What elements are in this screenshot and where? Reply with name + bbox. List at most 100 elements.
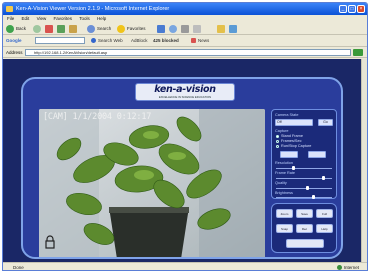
media-icon [157,24,165,33]
capture-label: Capture [275,129,289,133]
adblock-button[interactable]: AdBlock [131,35,148,47]
close-button[interactable]: × [357,5,365,13]
refresh-icon [57,24,65,33]
plant-video-image [39,109,265,257]
kenavision-logo: ken-a-vision [154,84,216,95]
maximize-button[interactable]: □ [348,5,356,13]
ie-icon [6,6,13,12]
favorites-button[interactable]: Favorites [117,24,146,34]
pagerank-label: 425 blocked [153,38,179,43]
radio-frames-sec[interactable]: Frames/Sec [276,139,301,143]
menu-file[interactable]: File [7,16,14,21]
window-title: Ken-A-Vision Viewer Version 2.1.9 - Micr… [16,6,170,12]
radio-dot-icon [276,144,279,148]
camera-state-label: Camera State [275,113,299,117]
radio-dot-icon [276,139,279,143]
snapshot-button[interactable]: Snap [276,224,293,233]
globe-icon [336,265,342,270]
help-button[interactable]: Help [316,224,333,233]
quality-slider[interactable] [276,186,332,190]
news-button[interactable]: News [191,35,209,47]
back-button[interactable]: Back [6,24,26,34]
menu-edit[interactable]: Edit [22,16,30,21]
history-icon [169,24,177,33]
camera-settings-panel: Camera State Off Go Capture Stand Frame … [271,109,337,199]
resolution-slider[interactable] [276,166,332,170]
refresh-capture-button[interactable] [280,151,298,158]
page-content: ken-a-vision EXCELLENCE IN SCIENCE EDUCA… [3,59,363,262]
refresh-button[interactable] [57,24,67,34]
radio-run-stop[interactable]: Run/Stop Capture [276,144,311,148]
menu-bar: File Edit View Favorites Tools Help [3,15,367,23]
search-button[interactable]: Search [87,24,111,34]
mail-icon [181,24,189,33]
menu-tools[interactable]: Tools [79,16,90,21]
viewer-panel: ken-a-vision EXCELLENCE IN SCIENCE EDUCA… [21,77,343,259]
resolution-label: Resolution [275,161,293,165]
media-button[interactable] [157,24,167,34]
camera-state-select[interactable]: Off [275,119,313,126]
radio-stand-frame[interactable]: Stand Frame [276,134,303,138]
security-zone: Internet [336,263,359,270]
google-search-input[interactable] [35,37,85,44]
slider-knob[interactable] [322,176,325,180]
print-icon [193,24,201,33]
minimize-button[interactable]: _ [339,5,347,13]
history-button[interactable] [169,24,179,34]
address-label: Address [6,50,23,55]
search-web-button[interactable]: Search Web [91,35,123,47]
forward-button[interactable] [33,24,43,34]
camera-state-go-button[interactable]: Go [318,119,333,126]
logo-banner: ken-a-vision EXCELLENCE IN SCIENCE EDUCA… [135,83,235,101]
settings-button[interactable] [286,239,324,248]
frame-rate-slider[interactable] [276,176,332,180]
slider-knob[interactable] [312,195,315,199]
fullscreen-button[interactable]: Full [316,209,333,218]
save-button[interactable]: Save [296,209,313,218]
messenger-icon [229,24,237,33]
control-buttons-panel: Zoom Save Full Snap Rec Help [271,203,337,253]
google-toolbar: Google Search Web AdBlock 425 blocked Ne… [3,35,367,47]
logo-tagline: EXCELLENCE IN SCIENCE EDUCATION [158,95,212,99]
brightness-slider[interactable] [276,195,332,199]
slider-knob[interactable] [306,186,309,190]
folder-button[interactable] [217,24,227,34]
address-input[interactable]: http://192.168.1.2/KenAVision/default.as… [25,49,351,56]
forward-arrow-icon [33,24,41,33]
menu-favorites[interactable]: Favorites [54,16,73,21]
radio-dot-icon [276,134,279,138]
camera-video-feed: [CAM] 1/1/2004 0:12:17 [39,109,265,257]
lock-icon [45,235,55,249]
print-button[interactable] [193,24,203,34]
news-icon [191,38,196,44]
google-logo: Google [6,38,22,43]
slider-knob[interactable] [292,166,295,170]
browser-window: Ken-A-Vision Viewer Version 2.1.9 - Micr… [2,2,368,271]
go-button[interactable] [353,49,363,56]
folder-icon [217,24,225,33]
stop-button[interactable] [45,24,55,34]
star-icon [117,24,125,33]
zoom-button[interactable]: Zoom [276,209,293,218]
vertical-scrollbar[interactable] [361,59,367,262]
title-bar[interactable]: Ken-A-Vision Viewer Version 2.1.9 - Micr… [3,3,367,15]
menu-view[interactable]: View [37,16,47,21]
standard-toolbar: Back Search Favorites [3,23,367,35]
search-icon [87,24,95,33]
back-arrow-icon [6,24,14,33]
home-button[interactable] [69,24,79,34]
search-icon [91,38,96,44]
mail-button[interactable] [181,24,191,34]
stop-icon [45,24,53,33]
address-bar: Address http://192.168.1.2/KenAVision/de… [3,47,367,58]
messenger-button[interactable] [229,24,239,34]
stop-capture-button[interactable] [308,151,326,158]
status-text: Done [13,265,24,270]
status-bar: Done Internet [3,262,367,270]
home-icon [69,24,77,33]
quality-label: Quality [275,181,287,185]
menu-help[interactable]: Help [97,16,106,21]
record-button[interactable]: Rec [296,224,313,233]
frame-rate-label: Frame Rate [275,171,296,175]
video-timestamp: [CAM] 1/1/2004 0:12:17 [43,112,152,122]
